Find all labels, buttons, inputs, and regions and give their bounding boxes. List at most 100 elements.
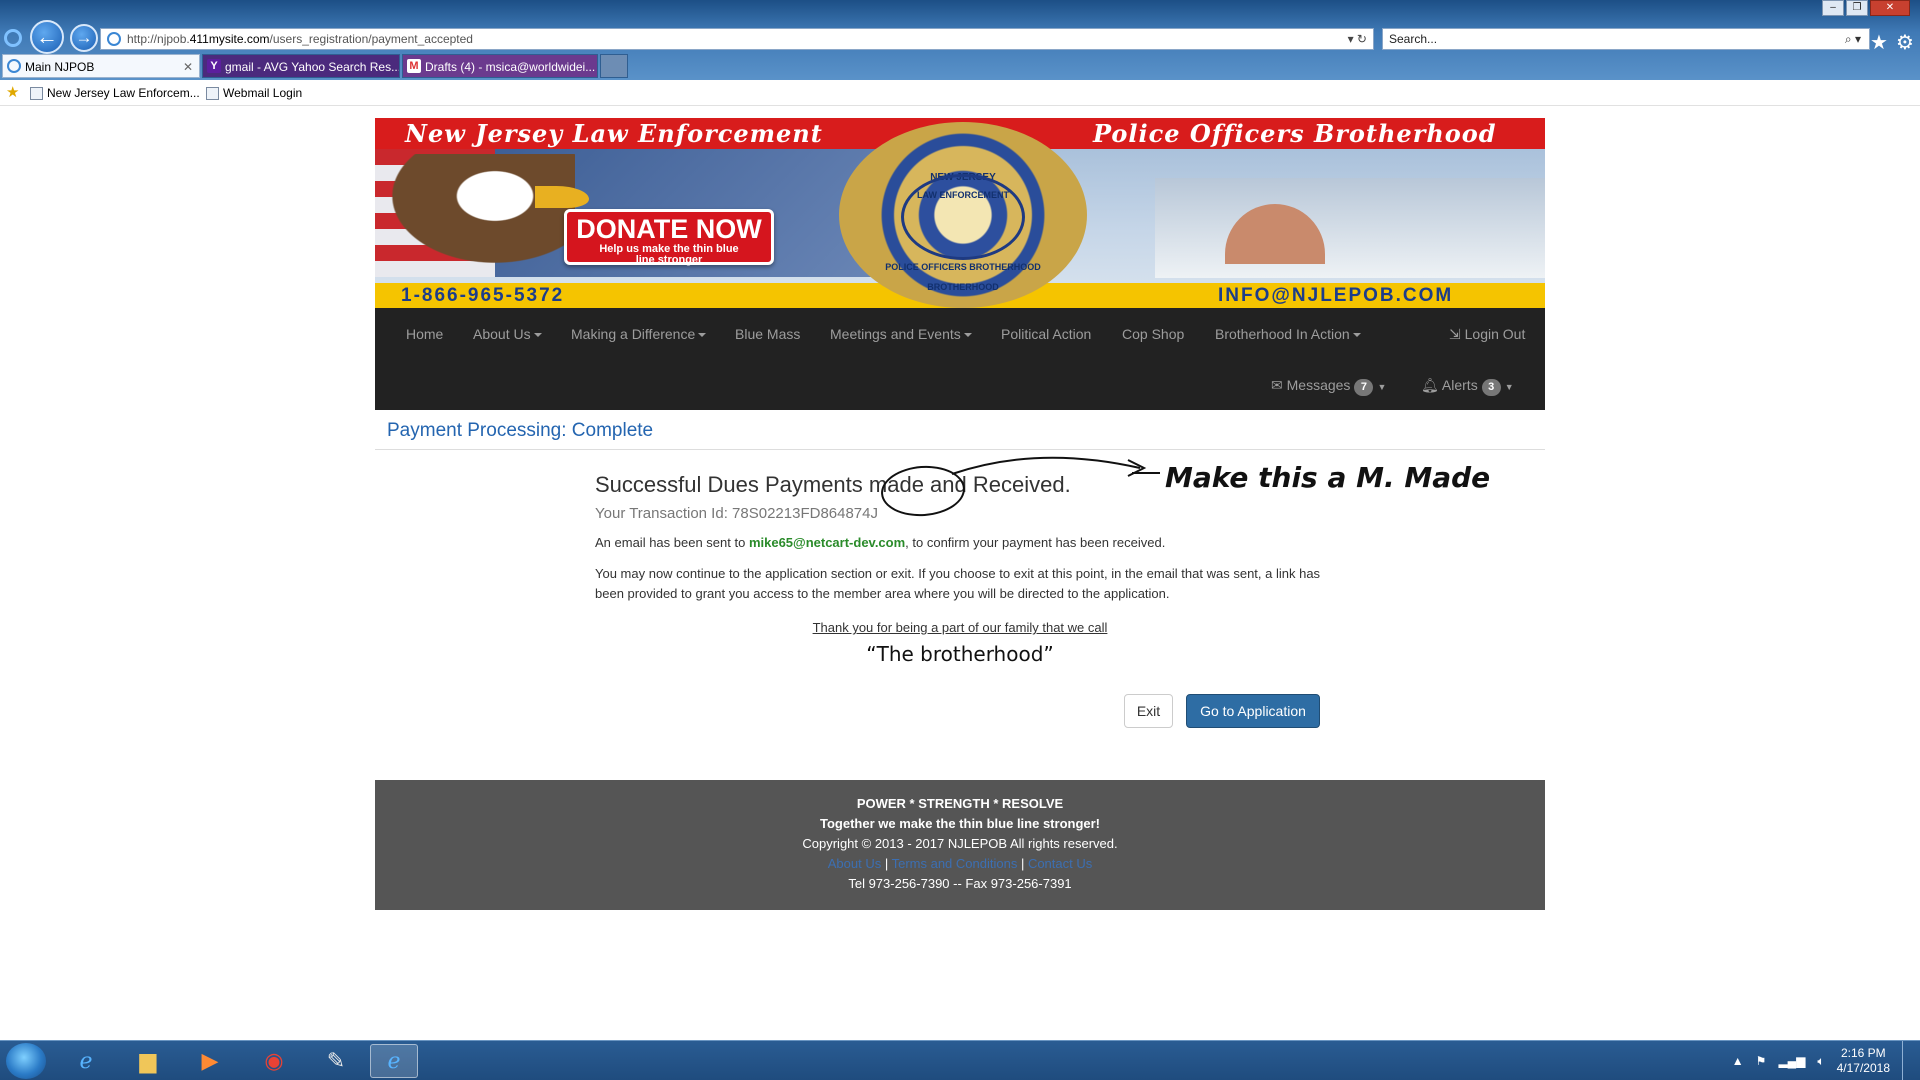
ie-active-taskbar-icon[interactable]: ℯ: [370, 1044, 418, 1078]
alerts-count-badge: 3: [1481, 379, 1501, 396]
messages-count-badge: 7: [1354, 379, 1374, 396]
tab-bar: Main NJPOB ✕ Y gmail - AVG Yahoo Search …: [0, 54, 1920, 80]
nav-item-making-a-difference[interactable]: Making a Difference: [571, 308, 706, 360]
tab-main-njpob[interactable]: Main NJPOB ✕: [2, 54, 200, 78]
nav-item-home[interactable]: Home: [406, 308, 443, 360]
forward-arrow-icon[interactable]: →: [70, 24, 98, 52]
window-controls: – ❐ ✕: [1822, 0, 1910, 20]
clock[interactable]: 2:16 PM 4/17/2018: [1837, 1046, 1890, 1076]
logout-icon: ⇲: [1449, 326, 1461, 342]
url-prefix: http://njpob.: [127, 32, 190, 46]
clock-date: 4/17/2018: [1836, 1061, 1890, 1075]
tab-yahoo-search[interactable]: Y gmail - AVG Yahoo Search Res...: [202, 54, 400, 78]
banner-title-right: Police Officers Brotherhood: [1093, 119, 1497, 148]
donate-now-button[interactable]: DONATE NOW Help us make the thin blue li…: [564, 209, 774, 266]
banner-title-left: New Jersey Law Enforcement: [405, 119, 823, 148]
badge-ring: [901, 174, 1025, 260]
nav-item-political-action[interactable]: Political Action: [1001, 308, 1091, 360]
transaction-id: 78S02213FD864874J: [732, 505, 878, 522]
close-window-button[interactable]: ✕: [1870, 0, 1910, 16]
footer-phone-fax: Tel 973-256-7390 -- Fax 973-256-7391: [848, 876, 1072, 891]
volume-icon[interactable]: 🔈︎: [1817, 1054, 1824, 1069]
footer-link-contact-us[interactable]: Contact Us: [1028, 856, 1092, 871]
main-navbar: Home About Us Making a Difference Blue M…: [375, 308, 1545, 410]
page-icon: [206, 87, 219, 101]
badge-text: POLICE OFFICERS BROTHERHOOD: [885, 262, 1041, 272]
system-tray: ▲ ⚑ ▂▄▆ 🔈︎ 2:16 PM 4/17/2018: [1732, 1041, 1912, 1080]
logout-link[interactable]: ⇲ Login Out: [1449, 308, 1525, 360]
alerts-label: Alerts: [1441, 377, 1478, 393]
eagle-image: [375, 154, 575, 274]
annotation-note: Make this a M. Made: [1165, 461, 1491, 494]
network-icon[interactable]: ▂▄▆: [1778, 1054, 1805, 1068]
messages-label: Messages: [1286, 377, 1351, 393]
search-icon[interactable]: ⌕ ▾: [1845, 29, 1861, 49]
nav-item-blue-mass[interactable]: Blue Mass: [735, 308, 800, 360]
logout-label: Login Out: [1464, 326, 1526, 342]
favorite-webmail[interactable]: Webmail Login: [206, 80, 302, 106]
footer-motto: POWER * STRENGTH * RESOLVE: [856, 796, 1064, 811]
brotherhood-text: “The brotherhood”: [866, 642, 1054, 666]
footer-link-about-us[interactable]: About Us: [828, 856, 881, 871]
flag-icon[interactable]: ⚑: [1756, 1054, 1767, 1068]
go-to-application-button[interactable]: Go to Application: [1186, 694, 1320, 728]
favorites-star-icon[interactable]: ★: [6, 80, 19, 106]
chevron-down-icon: ▼: [1377, 382, 1387, 392]
alerts-menu[interactable]: 🔔︎ Alerts 3 ▼: [1421, 360, 1514, 410]
annotation-arrow: [951, 456, 1160, 477]
tab-label: Main NJPOB: [25, 60, 95, 74]
transaction-line: Your Transaction Id: 78S02213FD864874J: [595, 505, 878, 522]
messages-menu[interactable]: ✉ Messages 7 ▼: [1271, 360, 1386, 410]
search-input[interactable]: Search... ⌕ ▾: [1382, 28, 1870, 50]
bell-icon: 🔔︎: [1421, 377, 1439, 393]
page-title: Payment Processing: Complete: [387, 420, 654, 441]
favorites-bar: ★ New Jersey Law Enforcem... Webmail Log…: [0, 80, 1920, 106]
home-star-icon[interactable]: ★: [1870, 30, 1888, 55]
tab-gmail-drafts[interactable]: M Drafts (4) - msica@worldwidei...: [402, 54, 598, 78]
nav-label: Brotherhood In Action: [1215, 326, 1350, 342]
police-badge-logo: NEW JERSEY LAW ENFORCEMENT POLICE OFFICE…: [839, 122, 1087, 308]
donate-sublabel: Help us make the thin blue line stronger: [599, 243, 739, 266]
minimize-button[interactable]: –: [1822, 0, 1844, 16]
tray-expand-icon[interactable]: ▲: [1732, 1054, 1744, 1068]
thanks-text: Thank you for being a part of our family…: [812, 620, 1108, 635]
folder-taskbar-icon[interactable]: ▆: [124, 1044, 172, 1078]
footer-link-terms[interactable]: Terms and Conditions: [892, 856, 1018, 871]
envelope-icon: ✉: [1271, 377, 1283, 393]
tab-label: Drafts (4) - msica@worldwidei...: [425, 60, 596, 74]
address-bar[interactable]: http://njpob.411mysite.com/users_registr…: [100, 28, 1374, 50]
nav-item-brotherhood-in-action[interactable]: Brotherhood In Action: [1215, 308, 1361, 360]
favorite-njlepob[interactable]: New Jersey Law Enforcem...: [30, 80, 200, 106]
nav-item-about-us[interactable]: About Us: [473, 308, 542, 360]
exit-button[interactable]: Exit: [1124, 694, 1173, 728]
page-icon: [30, 87, 43, 101]
ie-taskbar-icon[interactable]: ℯ: [62, 1044, 110, 1078]
donate-label: DONATE NOW: [576, 214, 762, 244]
continue-instructions: You may now continue to the application …: [595, 566, 1321, 601]
nav-item-cop-shop[interactable]: Cop Shop: [1122, 308, 1184, 360]
close-tab-icon[interactable]: ✕: [183, 55, 193, 77]
paint-taskbar-icon[interactable]: ✎: [312, 1044, 360, 1078]
url-domain: 411mysite.com: [189, 32, 270, 46]
nav-item-meetings-and-events[interactable]: Meetings and Events: [830, 308, 972, 360]
new-tab-button[interactable]: [600, 54, 628, 78]
gear-icon[interactable]: ⚙: [1896, 30, 1914, 55]
nav-label: Making a Difference: [571, 326, 696, 342]
url-path: /users_registration/payment_accepted: [269, 32, 473, 46]
email-text-post: , to confirm your payment has been recei…: [905, 535, 1166, 550]
windows-start-icon[interactable]: [6, 1043, 46, 1079]
maximize-button[interactable]: ❐: [1846, 0, 1868, 16]
show-desktop-button[interactable]: [1902, 1041, 1912, 1080]
site-banner: New Jersey Law Enforcement Police Office…: [375, 118, 1545, 308]
favorite-label: Webmail Login: [223, 86, 303, 100]
media-player-taskbar-icon[interactable]: ▶: [186, 1044, 234, 1078]
capitol-image: [1155, 178, 1545, 278]
chrome-taskbar-icon[interactable]: ◉: [250, 1044, 298, 1078]
nav-label: Meetings and Events: [830, 326, 961, 342]
back-arrow-icon[interactable]: ←: [30, 20, 64, 54]
refresh-icon[interactable]: ▾ ↻: [1348, 29, 1367, 49]
gmail-icon: M: [407, 59, 421, 73]
clock-time: 2:16 PM: [1840, 1046, 1886, 1060]
site-container: New Jersey Law Enforcement Police Office…: [375, 118, 1545, 910]
footer-links: About Us | Terms and Conditions | Contac…: [827, 856, 1093, 871]
